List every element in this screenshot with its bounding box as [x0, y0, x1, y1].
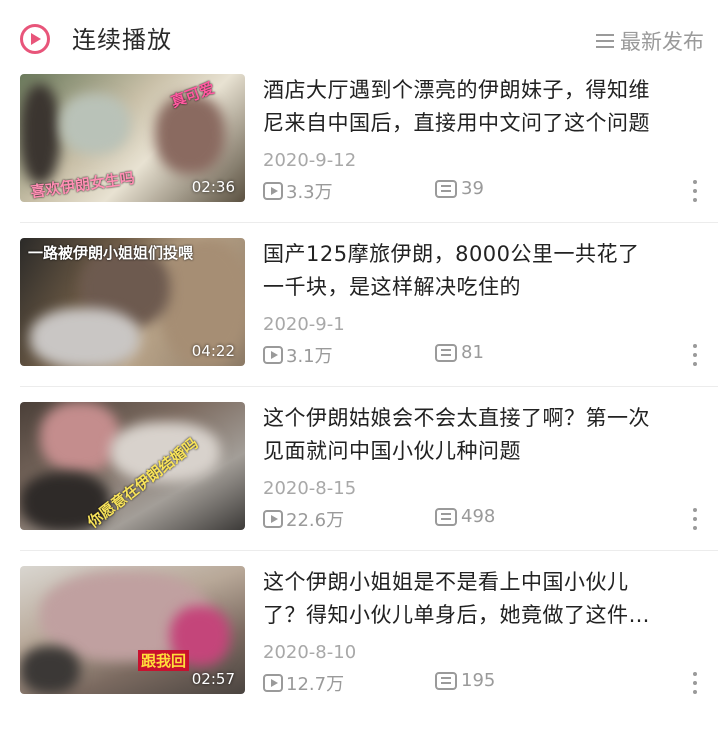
video-duration: 02:57 [191, 670, 235, 688]
video-title-line: 尼来自中国后，直接用中文问了这个问题 [263, 111, 650, 135]
publish-date: 2020-8-10 [263, 642, 357, 663]
view-count-value: 22.6万 [286, 510, 345, 531]
video-duration: 02:36 [191, 178, 235, 196]
video-list-item[interactable]: 跟我回 02:57 这个伊朗小姐姐是不是看上中国小伙儿 了？得知小伙儿单身后，她… [0, 566, 718, 730]
comment-count: 195 [435, 670, 495, 691]
video-title-line: 这个伊朗姑娘会不会太直接了啊？第一次 [263, 406, 650, 430]
video-stats: 12.7万 195 [263, 670, 713, 696]
video-list-item[interactable]: 你愿意在伊朗结婚吗 这个伊朗姑娘会不会太直接了啊？第一次 见面就问中国小伙儿种问… [0, 402, 718, 566]
play-count-icon [263, 182, 283, 200]
video-stats: 3.1万 81 [263, 342, 713, 368]
video-duration: 04:22 [191, 342, 235, 360]
video-thumbnail[interactable]: 一路被伊朗小姐姐们投喂 04:22 [20, 238, 245, 366]
video-stats: 3.3万 39 [263, 178, 713, 204]
header: 连续播放 最新发布 [0, 0, 718, 72]
video-title-line: 国产125摩旅伊朗，8000公里一共花了 [263, 242, 640, 266]
thumbnail-caption: 跟我回 [138, 650, 190, 671]
video-title-line: 一千块，是这样解决吃住的 [263, 275, 521, 299]
play-count-icon [263, 510, 283, 528]
play-count-icon [263, 346, 283, 364]
more-options-icon[interactable] [692, 180, 698, 204]
video-title[interactable]: 这个伊朗小姐姐是不是看上中国小伙儿 了？得知小伙儿单身后，她竟做了这件… [263, 566, 713, 632]
comment-count-value: 195 [461, 670, 496, 691]
more-options-icon[interactable] [692, 344, 698, 368]
comment-count: 39 [435, 178, 484, 199]
comment-count: 81 [435, 342, 484, 363]
sort-latest-label: 最新发布 [620, 30, 704, 54]
comment-icon [435, 671, 457, 690]
video-title[interactable]: 酒店大厅遇到个漂亮的伊朗妹子，得知维 尼来自中国后，直接用中文问了这个问题 [263, 74, 713, 140]
publish-date: 2020-9-1 [263, 314, 345, 335]
continuous-play-icon[interactable] [20, 24, 50, 54]
more-options-icon[interactable] [692, 672, 698, 696]
comment-count-value: 498 [461, 506, 496, 527]
video-title-line: 见面就问中国小伙儿种问题 [263, 439, 521, 463]
video-title[interactable]: 国产125摩旅伊朗，8000公里一共花了 一千块，是这样解决吃住的 [263, 238, 713, 304]
publish-date: 2020-8-15 [263, 478, 357, 499]
comment-icon [435, 179, 457, 198]
video-title-line: 酒店大厅遇到个漂亮的伊朗妹子，得知维 [263, 78, 650, 102]
view-count: 3.3万 [263, 178, 333, 204]
thumbnail-caption: 一路被伊朗小姐姐们投喂 [28, 244, 194, 262]
sort-latest-button[interactable]: 最新发布 [596, 26, 704, 56]
video-list-item[interactable]: 喜欢伊朗女生吗 真可爱 02:36 酒店大厅遇到个漂亮的伊朗妹子，得知维 尼来自… [0, 74, 718, 238]
video-stats: 22.6万 498 [263, 506, 713, 532]
view-count-value: 12.7万 [286, 674, 345, 695]
comment-icon [435, 343, 457, 362]
play-count-icon [263, 674, 283, 692]
view-count-value: 3.1万 [286, 346, 333, 367]
comment-count-value: 39 [461, 178, 484, 199]
comment-count-value: 81 [461, 342, 484, 363]
comment-icon [435, 507, 457, 526]
continuous-play-title[interactable]: 连续播放 [72, 24, 172, 56]
video-title-line: 了？得知小伙儿单身后，她竟做了这件… [263, 603, 650, 627]
video-thumbnail[interactable]: 跟我回 02:57 [20, 566, 245, 694]
more-options-icon[interactable] [692, 508, 698, 532]
view-count: 22.6万 [263, 506, 344, 532]
video-title[interactable]: 这个伊朗姑娘会不会太直接了啊？第一次 见面就问中国小伙儿种问题 [263, 402, 713, 468]
view-count-value: 3.3万 [286, 182, 333, 203]
comment-count: 498 [435, 506, 495, 527]
publish-date: 2020-9-12 [263, 150, 357, 171]
video-thumbnail[interactable]: 喜欢伊朗女生吗 真可爱 02:36 [20, 74, 245, 202]
video-thumbnail[interactable]: 你愿意在伊朗结婚吗 [20, 402, 245, 530]
sort-lines-icon [596, 33, 614, 49]
view-count: 3.1万 [263, 342, 333, 368]
divider [20, 222, 718, 223]
video-title-line: 这个伊朗小姐姐是不是看上中国小伙儿 [263, 570, 629, 594]
video-list-item[interactable]: 一路被伊朗小姐姐们投喂 04:22 国产125摩旅伊朗，8000公里一共花了 一… [0, 238, 718, 402]
divider [20, 550, 718, 551]
view-count: 12.7万 [263, 670, 344, 696]
divider [20, 386, 718, 387]
